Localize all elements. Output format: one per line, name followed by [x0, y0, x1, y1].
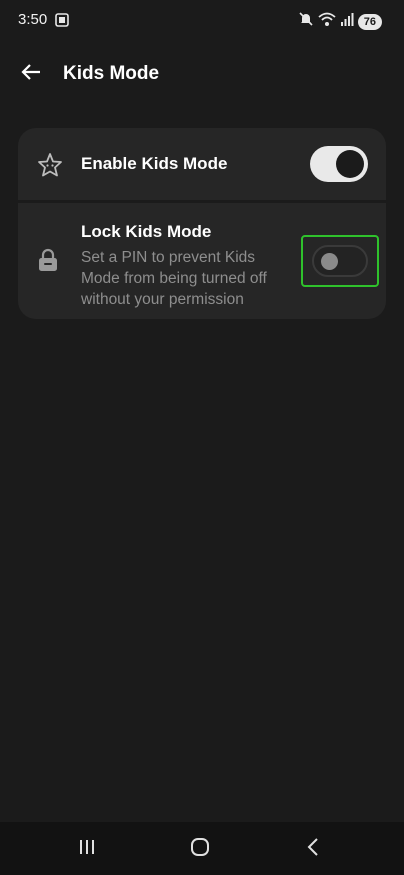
- enable-kids-mode-label: Enable Kids Mode: [81, 154, 228, 173]
- lock-kids-mode-description: Set a PIN to prevent Kids Mode from bein…: [81, 249, 267, 308]
- lock-kids-mode-toggle[interactable]: [312, 245, 368, 277]
- lock-icon: [36, 247, 60, 273]
- back-chevron-icon: [305, 837, 321, 862]
- app-bar: Kids Mode: [0, 50, 404, 98]
- star-face-icon: [36, 151, 64, 179]
- settings-card: Enable Kids Mode Lock Kids Mode Set a PI…: [18, 128, 386, 319]
- toggle-knob: [336, 150, 364, 178]
- home-button[interactable]: [185, 836, 215, 862]
- status-time: 3:50: [18, 11, 48, 28]
- enable-kids-mode-toggle[interactable]: [310, 146, 368, 182]
- system-nav-bar: [0, 822, 404, 875]
- status-bar: 3:50 76: [0, 0, 404, 40]
- nav-back-button[interactable]: [298, 836, 328, 862]
- battery-badge: 76: [357, 13, 382, 30]
- home-icon: [189, 836, 211, 863]
- wifi-icon: [318, 11, 336, 32]
- enable-kids-mode-row[interactable]: Enable Kids Mode: [18, 128, 386, 200]
- highlight-box: [301, 235, 379, 287]
- toggle-knob: [321, 253, 338, 270]
- signal-icon: [340, 12, 354, 31]
- screen-capture-icon: [55, 13, 69, 32]
- recents-button[interactable]: [72, 836, 102, 862]
- lock-kids-mode-title: Lock Kids Mode: [81, 222, 212, 241]
- mute-icon: [298, 11, 314, 32]
- back-button[interactable]: [16, 60, 46, 88]
- recents-icon: [77, 837, 97, 862]
- arrow-back-icon: [20, 62, 42, 87]
- lock-kids-mode-row[interactable]: Lock Kids Mode Set a PIN to prevent Kids…: [18, 203, 386, 319]
- status-icons: 76: [298, 11, 382, 32]
- page-title: Kids Mode: [63, 63, 160, 84]
